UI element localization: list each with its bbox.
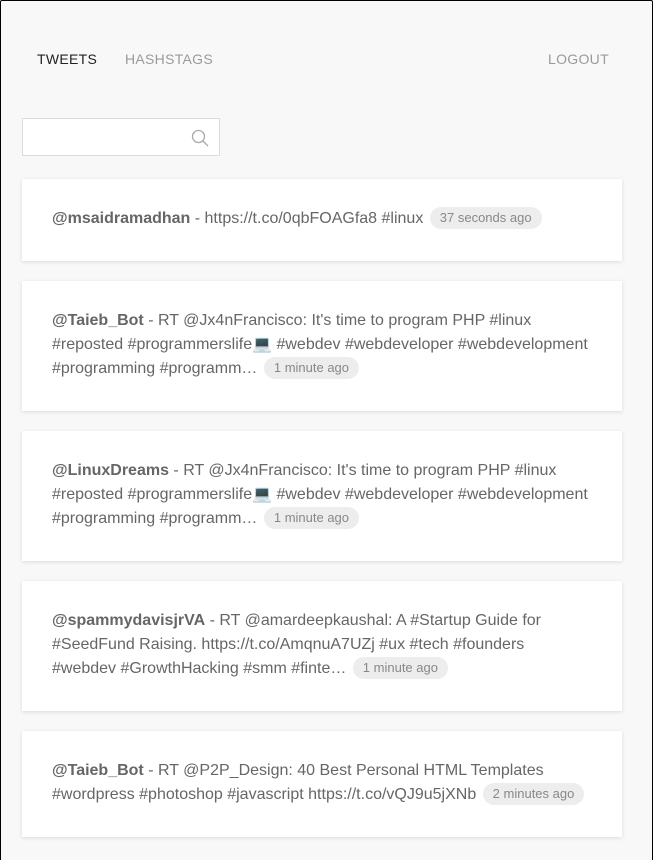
logout-link[interactable]: LOGOUT <box>548 51 609 67</box>
tweet-username[interactable]: @LinuxDreams <box>52 462 169 479</box>
tweet-username[interactable]: @Taieb_Bot <box>52 312 144 329</box>
tweet-username[interactable]: @Taieb_Bot <box>52 762 144 779</box>
tweet-time-badge: 1 minute ago <box>263 357 360 379</box>
tweet-card: @msaidramadhan - https://t.co/0qbFOAGfa8… <box>22 179 622 261</box>
tweet-card: @spammydavisjrVA - RT @amardeepkaushal: … <box>22 581 622 711</box>
search-icon[interactable] <box>191 129 209 147</box>
tweet-username[interactable]: @msaidramadhan <box>52 210 190 227</box>
tweet-time-badge: 37 seconds ago <box>429 207 542 229</box>
tab-tweets[interactable]: TWEETS <box>37 51 97 67</box>
tweet-username[interactable]: @spammydavisjrVA <box>52 612 205 629</box>
tweet-card: @Taieb_Bot - RT @Jx4nFrancisco: It's tim… <box>22 281 622 411</box>
tweet-time-badge: 2 minutes ago <box>482 783 585 805</box>
tweet-time-badge: 1 minute ago <box>352 657 448 679</box>
search-input[interactable] <box>23 119 183 155</box>
search-box <box>22 118 220 156</box>
tweet-text: - https://t.co/0qbFOAGfa8 #linux <box>190 210 428 227</box>
tweet-card: @Taieb_Bot - RT @P2P_Design: 40 Best Per… <box>22 731 622 837</box>
tab-hashtags[interactable]: HASHSTAGS <box>125 51 213 67</box>
tweet-time-badge: 1 minute ago <box>263 507 360 529</box>
tweet-card: @LinuxDreams - RT @Jx4nFrancisco: It's t… <box>22 431 622 561</box>
tweet-list: @msaidramadhan - https://t.co/0qbFOAGfa8… <box>22 179 622 857</box>
app-window: TWEETS HASHSTAGS LOGOUT @msaidramadhan -… <box>0 0 653 860</box>
top-nav: TWEETS HASHSTAGS LOGOUT <box>1 1 652 117</box>
